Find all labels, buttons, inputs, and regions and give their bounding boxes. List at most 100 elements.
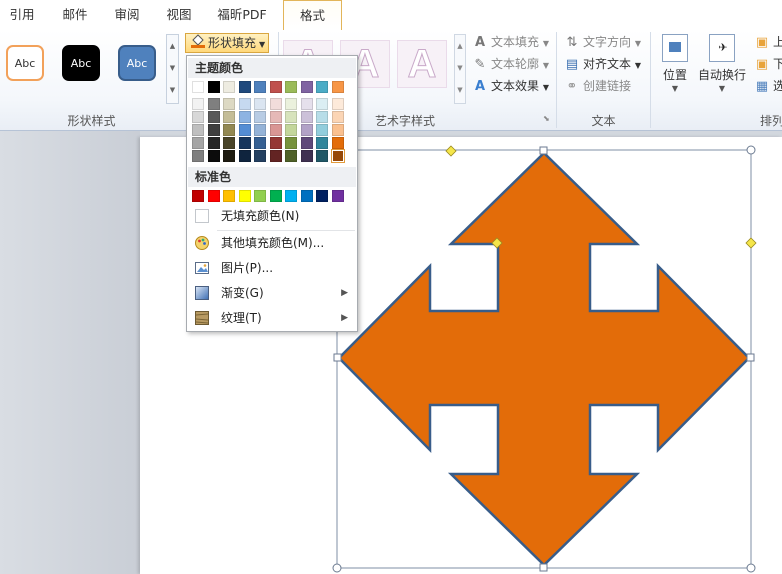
no-fill-label: 无填充颜色(N)	[221, 209, 300, 223]
texture-fill-item[interactable]: 纹理(T) ▶	[188, 306, 356, 330]
theme-shade-swatch[interactable]	[223, 137, 235, 149]
resize-handle-top[interactable]	[539, 146, 548, 155]
resize-handle-right[interactable]	[746, 353, 755, 362]
theme-shade-swatch[interactable]	[331, 111, 344, 123]
theme-shade-swatch[interactable]	[223, 124, 235, 136]
theme-color-swatch[interactable]	[285, 81, 297, 93]
theme-shade-swatch[interactable]	[285, 111, 297, 123]
theme-shade-swatch[interactable]	[254, 150, 266, 162]
theme-shade-swatch[interactable]	[223, 111, 235, 123]
theme-shade-swatch[interactable]	[207, 98, 220, 110]
theme-color-swatch[interactable]	[269, 81, 282, 93]
theme-shade-swatch[interactable]	[300, 111, 313, 123]
theme-shade-swatch[interactable]	[300, 137, 313, 149]
theme-shade-swatch[interactable]	[254, 111, 266, 123]
theme-shade-swatch[interactable]	[238, 150, 251, 162]
theme-shade-swatch[interactable]	[316, 111, 328, 123]
standard-color-swatch[interactable]	[316, 190, 328, 202]
submenu-arrow-icon: ▶	[341, 313, 348, 323]
quad-arrow-shape[interactable]	[337, 151, 751, 567]
palette-icon	[195, 236, 209, 250]
theme-shade-swatch[interactable]	[207, 137, 220, 149]
theme-shade-swatch[interactable]	[269, 124, 282, 136]
theme-shade-swatch[interactable]	[192, 98, 204, 110]
theme-shade-swatch[interactable]	[254, 137, 266, 149]
picture-icon	[195, 262, 209, 274]
theme-shade-swatch[interactable]	[285, 98, 297, 110]
gradient-icon	[195, 286, 209, 300]
theme-shade-swatch[interactable]	[269, 98, 282, 110]
standard-color-swatch[interactable]	[207, 190, 220, 202]
gradient-fill-label: 渐变(G)	[221, 286, 264, 300]
theme-shade-swatch[interactable]	[192, 111, 204, 123]
standard-color-swatch[interactable]	[192, 190, 204, 202]
adjust-handle-3[interactable]	[745, 237, 757, 249]
theme-shade-swatch[interactable]	[285, 124, 297, 136]
theme-shade-swatch[interactable]	[269, 150, 282, 162]
theme-shade-swatch[interactable]	[192, 150, 204, 162]
theme-shade-swatch[interactable]	[269, 137, 282, 149]
theme-shade-swatch[interactable]	[192, 124, 204, 136]
shape-fill-dropdown: 主题颜色 标准色 无填充颜色(N) 其他填充颜色(M)... 图片(P)... …	[186, 55, 358, 332]
theme-shade-swatch[interactable]	[330, 149, 345, 163]
texture-fill-label: 纹理(T)	[221, 311, 262, 325]
theme-shade-swatch[interactable]	[285, 137, 297, 149]
theme-color-swatch[interactable]	[207, 81, 220, 93]
standard-color-swatch[interactable]	[238, 190, 251, 202]
standard-color-swatch[interactable]	[300, 190, 313, 202]
picture-fill-item[interactable]: 图片(P)...	[188, 256, 356, 280]
standard-color-swatch[interactable]	[331, 190, 344, 202]
no-fill-icon	[195, 209, 209, 223]
picture-fill-label: 图片(P)...	[221, 261, 274, 275]
resize-handle-bottom-right[interactable]	[746, 563, 756, 573]
theme-shade-swatch[interactable]	[207, 124, 220, 136]
resize-handle-bottom-left[interactable]	[332, 563, 342, 573]
texture-icon	[195, 311, 209, 325]
resize-handle-bottom[interactable]	[539, 563, 548, 572]
theme-shade-swatch[interactable]	[331, 98, 344, 110]
theme-color-swatch[interactable]	[223, 81, 235, 93]
theme-shade-swatch[interactable]	[238, 111, 251, 123]
theme-shade-swatch[interactable]	[254, 124, 266, 136]
standard-color-swatch[interactable]	[223, 190, 235, 202]
submenu-arrow-icon: ▶	[341, 288, 348, 298]
no-fill-item[interactable]: 无填充颜色(N)	[188, 204, 356, 228]
more-fill-colors-label: 其他填充颜色(M)...	[221, 236, 325, 250]
theme-shade-swatch[interactable]	[192, 137, 204, 149]
theme-color-swatch[interactable]	[331, 81, 344, 93]
theme-shade-swatch[interactable]	[331, 137, 344, 149]
standard-colors-heading: 标准色	[188, 167, 356, 187]
theme-color-swatch[interactable]	[316, 81, 328, 93]
more-fill-colors-item[interactable]: 其他填充颜色(M)...	[188, 231, 356, 255]
theme-shade-swatch[interactable]	[300, 98, 313, 110]
theme-shade-swatch[interactable]	[300, 124, 313, 136]
theme-shade-swatch[interactable]	[331, 124, 344, 136]
theme-shade-swatch[interactable]	[285, 150, 297, 162]
standard-color-swatch[interactable]	[269, 190, 282, 202]
theme-shade-swatch[interactable]	[238, 137, 251, 149]
theme-color-swatch[interactable]	[300, 81, 313, 93]
theme-shade-swatch[interactable]	[316, 137, 328, 149]
standard-color-swatch[interactable]	[285, 190, 297, 202]
theme-shade-swatch[interactable]	[316, 98, 328, 110]
standard-color-swatch[interactable]	[254, 190, 266, 202]
theme-shade-swatch[interactable]	[238, 124, 251, 136]
theme-shade-swatch[interactable]	[223, 150, 235, 162]
canvas-overlay	[332, 145, 757, 573]
theme-shade-swatch[interactable]	[207, 150, 220, 162]
gradient-fill-item[interactable]: 渐变(G) ▶	[188, 281, 356, 305]
theme-shade-swatch[interactable]	[316, 150, 328, 162]
theme-shade-swatch[interactable]	[238, 98, 251, 110]
theme-color-swatch[interactable]	[254, 81, 266, 93]
theme-color-swatch[interactable]	[238, 81, 251, 93]
resize-handle-top-right[interactable]	[746, 145, 756, 155]
theme-shade-swatch[interactable]	[254, 98, 266, 110]
theme-color-swatch[interactable]	[192, 81, 204, 93]
theme-shade-swatch[interactable]	[223, 98, 235, 110]
theme-shade-swatch[interactable]	[269, 111, 282, 123]
theme-shade-swatch[interactable]	[300, 150, 313, 162]
theme-shade-swatch[interactable]	[316, 124, 328, 136]
theme-shade-swatch[interactable]	[207, 111, 220, 123]
adjust-handle-1[interactable]	[445, 145, 457, 157]
resize-handle-left[interactable]	[333, 353, 342, 362]
